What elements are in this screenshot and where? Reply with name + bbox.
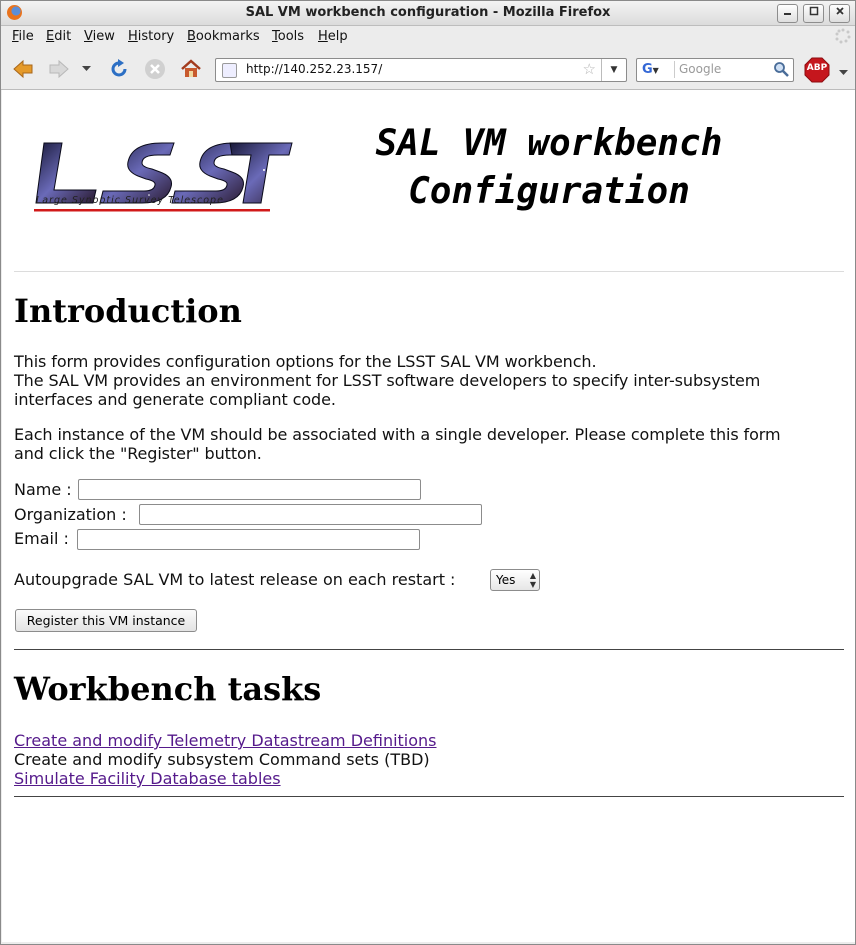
autoupgrade-label: Autoupgrade SAL VM to latest release on …: [14, 570, 456, 589]
url-text[interactable]: http://140.252.23.157/: [246, 62, 382, 76]
page-title: SAL VM workbench Configuration: [324, 120, 774, 216]
page-title-line2: Configuration: [408, 171, 690, 212]
maximize-icon: [809, 6, 818, 16]
history-dropdown-button[interactable]: [79, 57, 93, 81]
site-identity-icon[interactable]: [222, 63, 237, 78]
menu-help[interactable]: Help: [318, 29, 348, 44]
intro-paragraph-2: Each instance of the VM should be associ…: [14, 425, 781, 463]
throbber-icon: [835, 28, 851, 48]
back-arrow-icon: [13, 59, 33, 79]
browser-window: SAL VM workbench configuration - Mozilla…: [0, 0, 856, 945]
home-icon: [181, 59, 201, 77]
minimize-icon: [783, 13, 791, 15]
home-button[interactable]: [179, 57, 203, 81]
organization-field[interactable]: [139, 504, 482, 525]
reload-button[interactable]: [107, 57, 131, 81]
menu-tools[interactable]: Tools: [272, 29, 304, 44]
navigation-toolbar: http://140.252.23.157/ ☆ ▼ G▼ Google ABP: [1, 49, 855, 90]
email-field[interactable]: [77, 529, 420, 550]
close-icon: [835, 7, 844, 15]
spinner-arrows-icon: ▲ ▼: [529, 571, 536, 589]
stop-icon: [145, 59, 165, 79]
page-content: Large Synoptic Survey Telescope SAL VM w…: [2, 90, 855, 942]
stop-button[interactable]: [143, 57, 167, 81]
search-bar[interactable]: G▼ Google: [636, 58, 794, 82]
telemetry-definitions-link[interactable]: Create and modify Telemetry Datastream D…: [14, 731, 437, 750]
introduction-heading: Introduction: [14, 292, 242, 330]
menu-history[interactable]: History: [128, 29, 174, 44]
url-dropdown-button[interactable]: ▼: [601, 59, 626, 81]
close-button[interactable]: [829, 4, 850, 23]
divider: [14, 796, 844, 797]
email-label: Email :: [14, 529, 69, 548]
organization-label: Organization :: [14, 505, 127, 524]
menu-bookmarks[interactable]: Bookmarks: [187, 29, 260, 44]
menu-file[interactable]: File: [12, 29, 34, 44]
maximize-button[interactable]: [803, 4, 824, 23]
intro-paragraph-1: This form provides configuration options…: [14, 352, 760, 409]
chevron-down-icon: [839, 70, 848, 75]
intro-line: and click the "Register" button.: [14, 444, 262, 463]
page-header: Large Synoptic Survey Telescope SAL VM w…: [14, 90, 844, 272]
chevron-down-icon: [81, 66, 91, 71]
lsst-logo: Large Synoptic Survey Telescope: [34, 135, 294, 219]
register-button[interactable]: Register this VM instance: [15, 609, 197, 632]
url-bar[interactable]: http://140.252.23.157/ ☆ ▼: [215, 58, 627, 82]
title-bar: SAL VM workbench configuration - Mozilla…: [1, 1, 855, 26]
adblock-button[interactable]: ABP: [804, 57, 830, 83]
search-input[interactable]: Google: [679, 62, 721, 76]
adblock-label: ABP: [806, 63, 828, 73]
intro-line: The SAL VM provides an environment for L…: [14, 371, 761, 390]
page-body: Large Synoptic Survey Telescope SAL VM w…: [14, 90, 844, 797]
menu-bar: File Edit View History Bookmarks Tools H…: [1, 26, 855, 48]
forward-arrow-icon: [49, 59, 69, 79]
window-title: SAL VM workbench configuration - Mozilla…: [245, 5, 611, 20]
menu-edit[interactable]: Edit: [46, 29, 71, 44]
adblock-dropdown-button[interactable]: [839, 65, 848, 80]
intro-line: This form provides configuration options…: [14, 352, 597, 371]
intro-line: Each instance of the VM should be associ…: [14, 425, 781, 444]
facility-database-link[interactable]: Simulate Facility Database tables: [14, 769, 281, 788]
search-engine-icon[interactable]: G▼: [639, 61, 675, 78]
menu-view[interactable]: View: [84, 29, 115, 44]
workbench-tasks-heading: Workbench tasks: [14, 670, 322, 708]
logo-caption: Large Synoptic Survey Telescope: [36, 195, 224, 206]
back-button[interactable]: [11, 57, 35, 81]
minimize-button[interactable]: [777, 4, 798, 23]
page-title-line1: SAL VM workbench: [375, 123, 723, 164]
command-sets-text: Create and modify subsystem Command sets…: [14, 750, 430, 769]
autoupgrade-selected-value: Yes: [496, 573, 516, 587]
divider: [14, 649, 844, 650]
intro-line: interfaces and generate compliant code.: [14, 390, 336, 409]
search-icon[interactable]: [773, 61, 789, 81]
name-field[interactable]: [78, 479, 421, 500]
name-label: Name :: [14, 480, 72, 499]
autoupgrade-select[interactable]: Yes ▲ ▼: [490, 569, 540, 591]
forward-button[interactable]: [47, 57, 71, 81]
reload-icon: [111, 59, 127, 77]
bookmark-star-icon[interactable]: ☆: [583, 60, 596, 78]
